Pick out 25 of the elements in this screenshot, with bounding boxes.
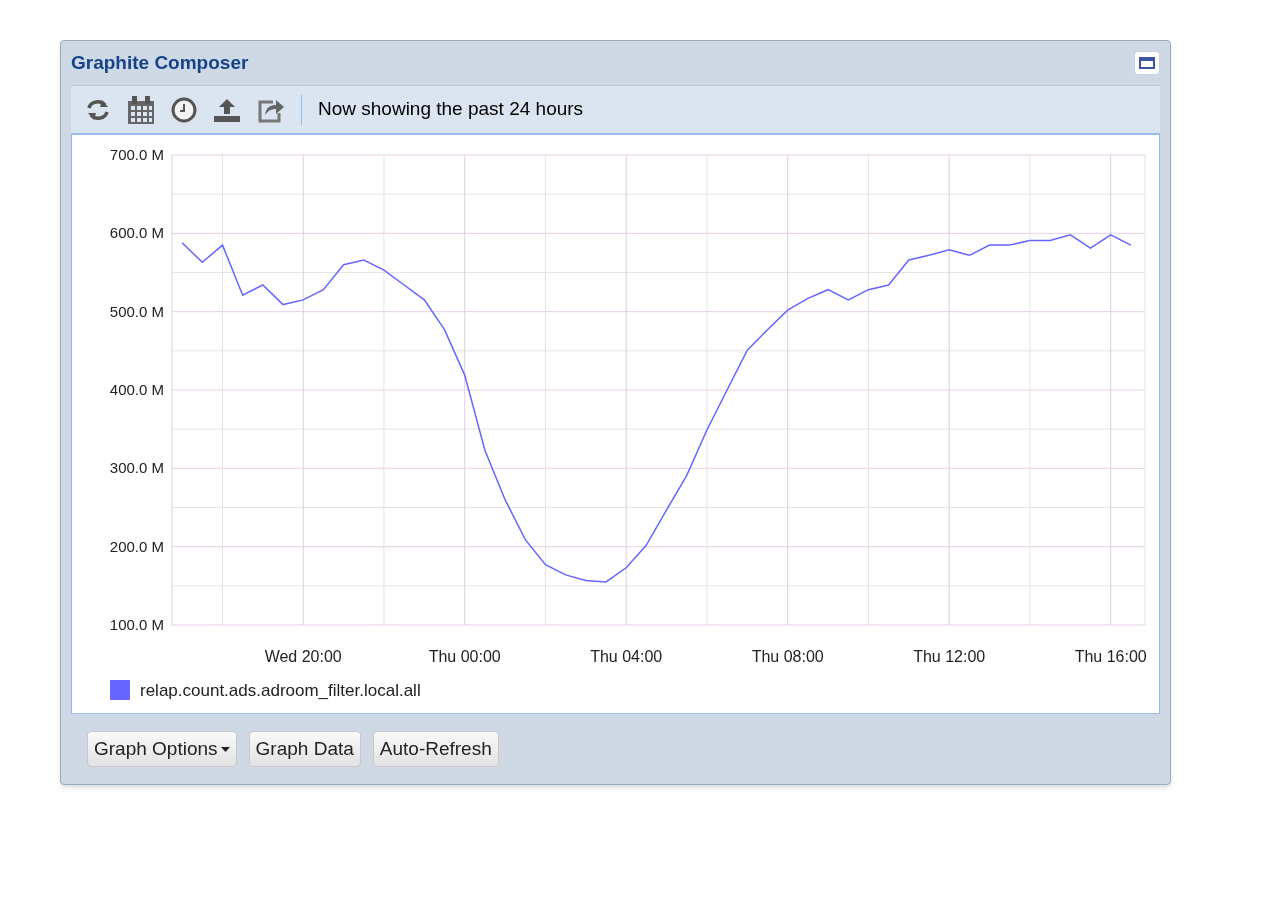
y-axis-label: 100.0 M <box>109 616 164 633</box>
window-title: Graphite Composer <box>71 50 249 75</box>
y-axis-label: 700.0 M <box>109 146 164 163</box>
x-axis-label: Thu 04:00 <box>590 648 663 665</box>
y-axis-label: 300.0 M <box>109 459 164 477</box>
y-axis-label: 500.0 M <box>109 302 164 320</box>
toolbar-button[interactable]: Graph Options <box>87 731 237 767</box>
toolbar-button[interactable]: Auto-Refresh <box>372 731 499 767</box>
x-axis-label: Thu 16:00 <box>1074 648 1147 665</box>
toolbar-button[interactable]: Graph Data <box>248 731 361 767</box>
window-icon <box>1139 57 1155 69</box>
refresh-icon[interactable] <box>85 97 111 122</box>
y-axis-label: 600.0 M <box>109 224 164 242</box>
y-axis-label: 200.0 M <box>109 537 164 555</box>
x-axis-label: Thu 12:00 <box>913 648 986 665</box>
calendar-icon[interactable] <box>127 94 155 125</box>
x-axis-label: Thu 00:00 <box>428 648 501 665</box>
legend-label: relap.count.ads.adroom_filter.local.all <box>140 681 421 700</box>
y-axis-label: 400.0 M <box>109 381 164 398</box>
status-text: Now showing the past 24 hours <box>318 97 584 122</box>
maximize-button[interactable] <box>1134 51 1160 75</box>
upload-icon[interactable] <box>213 96 241 123</box>
x-axis-label: Thu 08:00 <box>751 648 824 665</box>
x-axis-label: Wed 20:00 <box>264 648 342 665</box>
clock-icon[interactable] <box>171 96 197 123</box>
